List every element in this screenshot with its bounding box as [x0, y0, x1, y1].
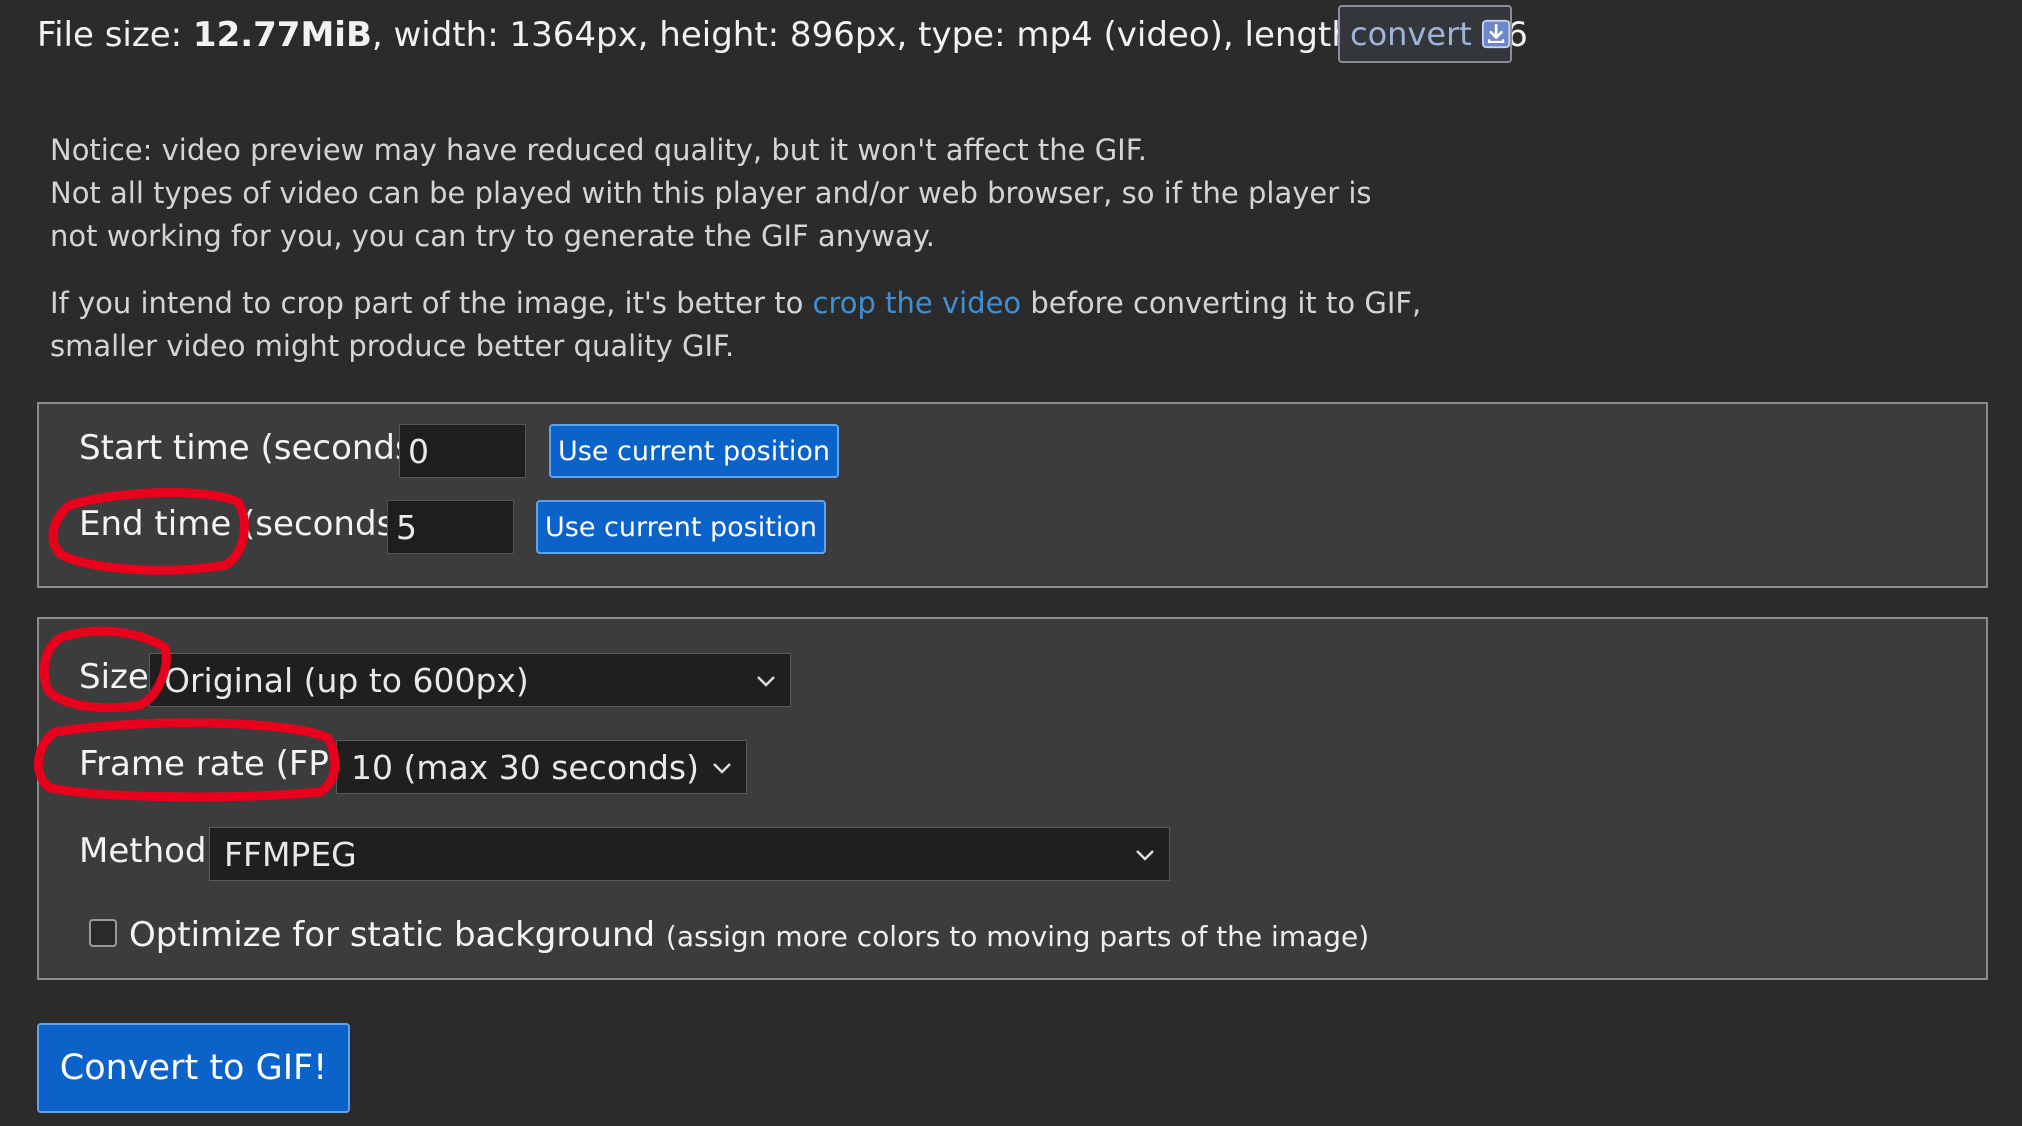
optimize-static-text: Optimize for static background	[129, 915, 656, 955]
crop-video-link[interactable]: crop the video	[813, 286, 1022, 320]
start-time-label: Start time (seconds):	[79, 428, 438, 468]
frame-rate-label: Frame rate (FPS):	[79, 744, 376, 784]
convert-button[interactable]: convert	[1338, 5, 1512, 63]
chevron-down-icon	[1136, 850, 1154, 861]
crop-hint-before: If you intend to crop part of the image,…	[50, 286, 804, 320]
crop-hint-line2: smaller video might produce better quali…	[50, 329, 735, 363]
end-time-label: End time (seconds):	[79, 504, 419, 544]
page: File size: 12.77MiB, width: 1364px, heig…	[0, 0, 2022, 1126]
crop-hint-line: If you intend to crop part of the image,…	[50, 282, 1450, 325]
frame-rate-selected: 10 (max 30 seconds)	[351, 747, 699, 787]
method-selected: FFMPEG	[224, 834, 357, 874]
time-range-fieldset: Start time (seconds): 0 Use current posi…	[37, 402, 1988, 588]
convert-to-gif-button[interactable]: Convert to GIF!	[37, 1023, 350, 1113]
end-time-input[interactable]: 5	[387, 500, 514, 554]
use-current-position-end-button[interactable]: Use current position	[536, 500, 826, 554]
optimize-static-label: Optimize for static background (assign m…	[129, 915, 1369, 955]
optimize-static-checkbox[interactable]	[89, 919, 117, 947]
notice-text: Notice: video preview may have reduced q…	[50, 129, 1450, 258]
chevron-down-icon	[757, 676, 775, 687]
file-info: File size: 12.77MiB, width: 1364px, heig…	[37, 4, 1528, 66]
use-current-position-start-button[interactable]: Use current position	[549, 424, 839, 478]
chevron-down-icon	[713, 763, 731, 774]
convert-label: convert	[1350, 15, 1472, 53]
file-size-value: 12.77MiB	[192, 15, 372, 55]
crop-hint: If you intend to crop part of the image,…	[50, 282, 1450, 368]
download-icon	[1481, 19, 1510, 49]
notice-line: Not all types of video can be played wit…	[50, 176, 1372, 210]
size-select[interactable]: Original (up to 600px)	[149, 653, 791, 707]
crop-hint-after: before converting it to GIF,	[1030, 286, 1422, 320]
frame-rate-select[interactable]: 10 (max 30 seconds)	[336, 740, 747, 794]
start-time-input[interactable]: 0	[399, 424, 526, 478]
notice-line: Notice: video preview may have reduced q…	[50, 133, 1147, 167]
notice-line: not working for you, you can try to gene…	[50, 219, 935, 253]
method-select[interactable]: FFMPEG	[209, 827, 1170, 881]
size-selected: Original (up to 600px)	[164, 660, 529, 700]
gif-options-fieldset: Size: Original (up to 600px) Frame rate …	[37, 617, 1988, 980]
optimize-static-hint: (assign more colors to moving parts of t…	[665, 920, 1370, 953]
file-size-label: File size:	[37, 15, 183, 55]
method-label: Method:	[79, 831, 218, 871]
